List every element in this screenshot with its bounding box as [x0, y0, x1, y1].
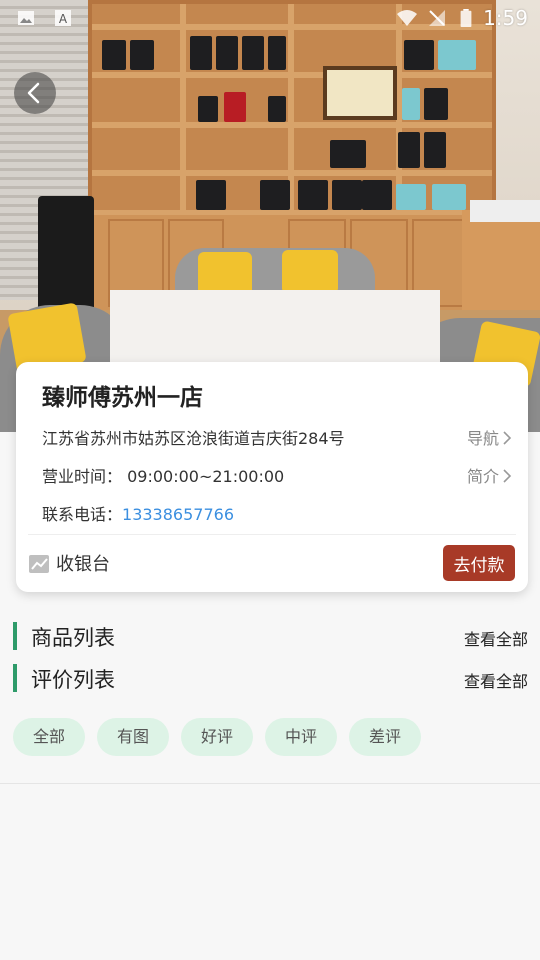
reviews-section-header: 评价列表 查看全部	[13, 664, 528, 692]
chart-icon	[29, 555, 49, 573]
filter-tag-negative[interactable]: 差评	[349, 718, 421, 756]
status-bar: A 1:59	[0, 0, 540, 36]
photo-certificate	[323, 66, 397, 120]
filter-tag-neutral[interactable]: 中评	[265, 718, 337, 756]
store-name: 臻师傅苏州一店	[42, 385, 203, 411]
filter-tag-positive[interactable]: 好评	[181, 718, 253, 756]
intro-link[interactable]: 简介	[467, 463, 512, 487]
store-info-card: 臻师傅苏州一店 江苏省苏州市姑苏区沧浪街道吉庆街284号 导航 营业时间： 09…	[16, 362, 528, 592]
chevron-right-icon	[503, 469, 512, 483]
photo-right-cabinet	[462, 210, 540, 310]
card-divider	[28, 534, 516, 535]
status-time: 1:59	[483, 6, 528, 30]
battery-icon	[460, 9, 472, 27]
intro-label: 简介	[466, 467, 499, 486]
hours-label: 营业时间：	[42, 467, 123, 486]
photo-water-dispenser	[38, 196, 94, 314]
photo-pillow	[282, 250, 338, 294]
store-address: 江苏省苏州市姑苏区沧浪街道吉庆街284号	[42, 429, 345, 448]
business-hours: 营业时间： 09:00:00~21:00:00	[42, 463, 284, 487]
phone-link[interactable]: 13338657766	[122, 505, 234, 524]
pay-button[interactable]: 去付款	[443, 545, 515, 581]
products-section-header: 商品列表 查看全部	[13, 622, 528, 650]
filter-tag-with-images[interactable]: 有图	[97, 718, 169, 756]
svg-text:A: A	[59, 12, 68, 26]
navigate-label: 导航	[466, 429, 499, 448]
section-accent-bar	[13, 664, 17, 692]
wifi-icon	[397, 10, 417, 26]
cashier-label: 收银台	[56, 554, 110, 575]
chevron-left-icon	[27, 82, 40, 104]
phone-label: 联系电话：	[42, 505, 123, 524]
back-button[interactable]	[14, 72, 56, 114]
contact-phone: 联系电话：13338657766	[42, 501, 234, 525]
cashier: 收银台	[28, 550, 110, 576]
products-view-all-link[interactable]: 查看全部	[464, 626, 528, 650]
reviews-title: 评价列表	[31, 668, 115, 692]
hours-value: 09:00:00~21:00:00	[127, 467, 285, 486]
filter-tag-all[interactable]: 全部	[13, 718, 85, 756]
content-divider	[0, 783, 540, 784]
image-icon	[18, 11, 34, 25]
photo-counter	[470, 200, 540, 222]
section-accent-bar	[13, 622, 17, 650]
text-icon: A	[55, 10, 71, 26]
navigate-link[interactable]: 导航	[467, 425, 512, 449]
products-title: 商品列表	[31, 626, 115, 650]
chevron-right-icon	[503, 431, 512, 445]
reviews-view-all-link[interactable]: 查看全部	[464, 668, 528, 692]
no-signal-icon	[429, 10, 445, 26]
